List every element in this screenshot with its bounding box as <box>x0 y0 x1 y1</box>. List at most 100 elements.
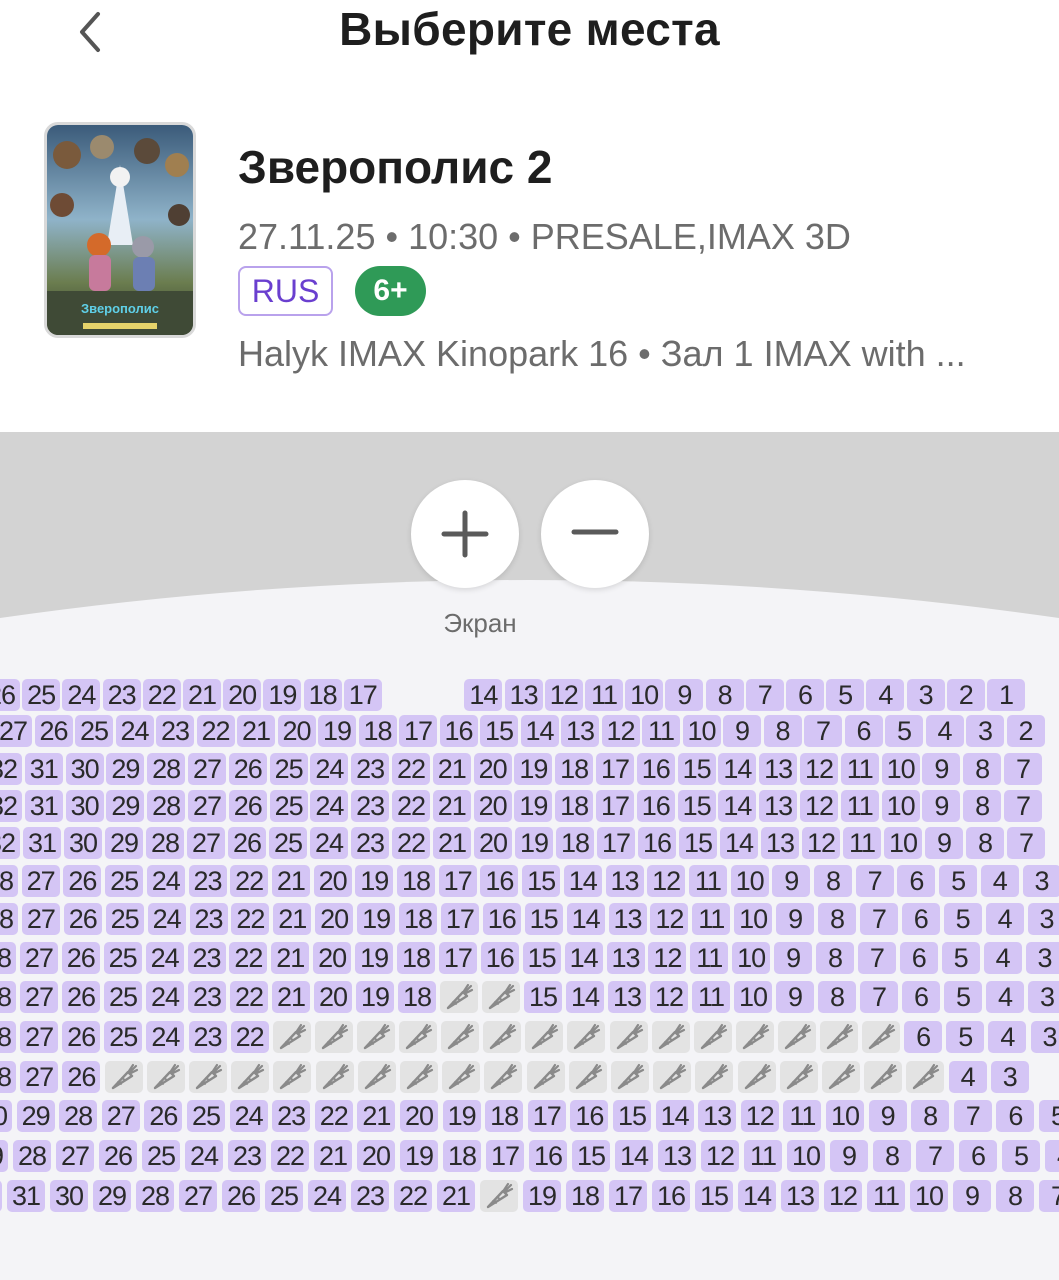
seat[interactable]: 19 <box>523 1180 561 1212</box>
seat[interactable]: 4 <box>980 865 1019 897</box>
seat[interactable]: 28 <box>136 1180 174 1212</box>
seat[interactable]: 17 <box>440 903 479 935</box>
seat[interactable]: 14 <box>615 1140 653 1172</box>
seat[interactable]: 10 <box>826 1100 864 1132</box>
seat[interactable]: 27 <box>179 1180 217 1212</box>
seat[interactable]: 17 <box>399 715 437 747</box>
seat[interactable]: 15 <box>522 942 561 974</box>
seat[interactable]: 27 <box>56 1140 94 1172</box>
seat[interactable]: 23 <box>351 1180 389 1212</box>
seat[interactable]: 24 <box>115 715 154 747</box>
seat[interactable]: 26 <box>228 827 266 859</box>
seat[interactable]: 3 <box>990 1061 1029 1093</box>
seat[interactable]: 26 <box>63 903 102 935</box>
seat[interactable]: 9 <box>953 1180 991 1212</box>
seat[interactable]: 13 <box>606 942 645 974</box>
seat[interactable]: 6 <box>996 1100 1035 1132</box>
seat[interactable]: 22 <box>230 1021 269 1053</box>
seat[interactable]: 15 <box>695 1180 733 1212</box>
seat[interactable]: 29 <box>105 827 143 859</box>
seat[interactable]: 11 <box>692 903 731 935</box>
seat[interactable]: 6 <box>897 865 936 897</box>
seat[interactable]: 24 <box>310 790 349 822</box>
seat[interactable]: 17 <box>438 942 477 974</box>
seat[interactable]: 15 <box>677 753 716 785</box>
seat[interactable]: 28 <box>146 827 184 859</box>
seat[interactable]: 11 <box>692 981 730 1013</box>
seat[interactable]: 10 <box>730 865 769 897</box>
seat[interactable]: 32 <box>0 753 22 785</box>
seat[interactable]: 17 <box>527 1100 566 1132</box>
seat[interactable]: 30 <box>50 1180 88 1212</box>
seat[interactable]: 7 <box>804 715 842 747</box>
seat[interactable]: 14 <box>718 753 757 785</box>
seat[interactable]: 21 <box>237 715 275 747</box>
seat[interactable]: 19 <box>442 1100 481 1132</box>
seat[interactable]: 8 <box>963 790 1002 822</box>
seat[interactable]: 22 <box>196 715 235 747</box>
seat[interactable]: 19 <box>356 981 394 1013</box>
seat[interactable]: 12 <box>800 790 838 822</box>
seat[interactable]: 4 <box>988 1021 1027 1053</box>
seat[interactable]: 18 <box>555 790 594 822</box>
seat[interactable]: 29 <box>106 753 145 785</box>
seat[interactable]: 16 <box>636 790 675 822</box>
seat[interactable]: 21 <box>432 753 471 785</box>
seat[interactable]: 30 <box>65 790 104 822</box>
seat[interactable]: 4 <box>948 1061 987 1093</box>
seat[interactable]: 19 <box>318 715 356 747</box>
seat[interactable]: 7 <box>916 1140 954 1172</box>
seat[interactable]: 7 <box>1007 827 1045 859</box>
seat[interactable]: 28 <box>13 1140 51 1172</box>
seat[interactable]: 27 <box>188 790 226 822</box>
seat[interactable]: 3 <box>1025 942 1059 974</box>
seat[interactable]: 25 <box>105 903 144 935</box>
seat[interactable]: 21 <box>432 790 471 822</box>
seat[interactable]: 12 <box>544 679 583 711</box>
seat[interactable]: 5 <box>826 679 865 711</box>
seat[interactable]: 29 <box>16 1100 55 1132</box>
seat[interactable]: 13 <box>608 981 646 1013</box>
seat[interactable]: 10 <box>881 790 920 822</box>
seat[interactable]: 8 <box>816 942 854 974</box>
seat[interactable]: 28 <box>0 903 18 935</box>
seat[interactable]: 29 <box>106 790 145 822</box>
seat[interactable]: 8 <box>818 981 856 1013</box>
seat[interactable]: 28 <box>0 865 18 897</box>
seat[interactable]: 13 <box>759 753 798 785</box>
seat[interactable]: 11 <box>688 865 727 897</box>
seat[interactable]: 24 <box>62 679 101 711</box>
seat[interactable]: 16 <box>439 715 478 747</box>
seat[interactable]: 6 <box>959 1140 997 1172</box>
seat[interactable]: 23 <box>351 827 389 859</box>
seat[interactable]: 32 <box>0 790 22 822</box>
seat[interactable]: 27 <box>19 942 58 974</box>
seat[interactable]: 27 <box>101 1100 140 1132</box>
seat[interactable]: 12 <box>601 715 640 747</box>
seat[interactable]: 1 <box>987 679 1025 711</box>
seat[interactable]: 10 <box>682 715 721 747</box>
seat[interactable]: 16 <box>529 1140 567 1172</box>
seat[interactable]: 28 <box>147 790 186 822</box>
seat[interactable]: 25 <box>75 715 113 747</box>
seat[interactable]: 24 <box>146 865 185 897</box>
seat[interactable]: 20 <box>473 753 512 785</box>
seat[interactable]: 13 <box>781 1180 819 1212</box>
seat[interactable]: 20 <box>473 790 512 822</box>
seat[interactable]: 11 <box>867 1180 905 1212</box>
seat[interactable]: 9 <box>922 790 961 822</box>
seat[interactable]: 18 <box>397 942 435 974</box>
seat[interactable]: 7 <box>857 942 896 974</box>
seat[interactable]: 13 <box>658 1140 696 1172</box>
seat[interactable]: 23 <box>351 753 390 785</box>
seat[interactable]: 6 <box>904 1021 943 1053</box>
seat[interactable]: 22 <box>392 827 430 859</box>
seat[interactable]: 28 <box>0 1061 16 1093</box>
seat[interactable]: 4 <box>925 715 964 747</box>
seat[interactable]: 5 <box>1002 1140 1040 1172</box>
seat[interactable]: 18 <box>358 715 397 747</box>
seat[interactable]: 8 <box>873 1140 911 1172</box>
seat[interactable]: 12 <box>802 827 840 859</box>
seat[interactable]: 23 <box>188 981 226 1013</box>
seat[interactable]: 29 <box>93 1180 131 1212</box>
